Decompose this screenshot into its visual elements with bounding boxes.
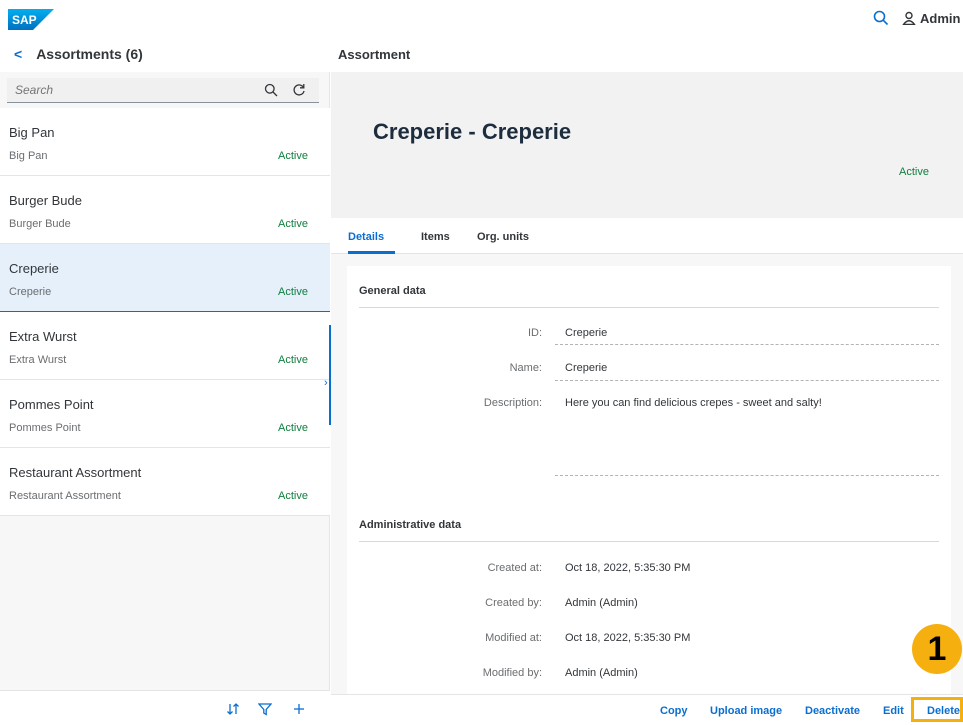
user-menu[interactable]: Admin [902,9,963,27]
description-label: Description: [483,397,542,409]
back-icon[interactable]: < [14,46,22,62]
delete-highlight-frame [911,697,963,722]
tab-org-units[interactable]: Org. units [477,231,529,243]
item-description: Pommes Point [9,422,81,434]
tab-details[interactable]: Details [348,231,384,243]
item-description: Burger Bude [9,218,71,230]
item-status: Active [278,422,308,434]
list-item-selected[interactable]: Creperie Creperie Active [0,244,330,312]
divider [359,541,939,542]
divider [555,475,939,476]
list-item[interactable]: Pommes Point Pommes Point Active [0,380,330,448]
section-title-general: General data [359,285,426,297]
item-status: Active [278,490,308,502]
tab-bar: Details Items Org. units [331,218,963,254]
list-item[interactable]: Extra Wurst Extra Wurst Active [0,312,330,380]
refresh-icon[interactable] [292,83,306,97]
name-label: Name: [509,362,542,374]
item-title: Pommes Point [9,397,94,412]
deactivate-button[interactable]: Deactivate [805,705,860,717]
modified-at-label: Modified at: [485,632,542,644]
object-header: Creperie - Creperie Active [331,72,963,218]
search-input[interactable] [15,83,255,97]
divider [359,307,939,308]
search-field[interactable] [7,78,319,103]
master-panel: < Assortments (6) Big Pan Big Pan Active… [0,36,330,725]
modified-at-value: Oct 18, 2022, 5:35:30 PM [565,632,691,644]
detail-content: General data ID: Creperie Name: Creperie… [331,254,963,694]
id-label: ID: [527,327,542,339]
list-item[interactable]: Restaurant Assortment Restaurant Assortm… [0,448,330,516]
item-description: Creperie [9,286,52,298]
item-status: Active [278,218,308,230]
master-title: Assortments (6) [36,46,143,62]
created-at-value: Oct 18, 2022, 5:35:30 PM [565,562,691,574]
assortment-list: Big Pan Big Pan Active Burger Bude Burge… [0,108,330,516]
sap-logo[interactable]: SAP [8,9,54,30]
svg-text:SAP: SAP [12,13,37,27]
item-title: Restaurant Assortment [9,465,142,480]
copy-button[interactable]: Copy [660,705,688,717]
sort-icon[interactable] [226,702,240,716]
divider [555,344,939,345]
detail-page-title: Assortment [331,36,963,72]
master-header: < Assortments (6) [0,36,330,72]
created-by-label: Created by: [485,597,542,609]
description-value: Here you can find delicious crepes - swe… [565,397,822,409]
item-description: Big Pan [9,150,48,162]
created-by-value: Admin (Admin) [565,597,638,609]
shell-bar: SAP Admin [0,0,963,36]
item-status: Active [278,150,308,162]
user-icon [902,11,916,25]
name-value: Creperie [565,362,608,374]
section-title-admin: Administrative data [359,519,462,531]
item-title: Burger Bude [9,193,82,208]
list-item[interactable]: Burger Bude Burger Bude Active [0,176,330,244]
master-footer-toolbar [0,690,330,725]
add-icon[interactable] [292,702,306,716]
chevron-right-icon[interactable]: › [324,377,328,389]
item-title: Extra Wurst [9,329,77,344]
status-badge: Active [899,166,929,178]
id-value: Creperie [565,327,608,339]
search-icon[interactable] [873,10,889,26]
object-title: Creperie - Creperie [373,119,572,144]
item-status: Active [278,286,308,298]
user-name: Admin [920,10,961,26]
list-item[interactable]: Big Pan Big Pan Active [0,108,330,176]
created-at-label: Created at: [487,562,542,574]
search-icon[interactable] [264,83,278,97]
tab-items[interactable]: Items [421,231,450,243]
item-title: Big Pan [9,125,55,140]
divider [555,380,939,381]
item-description: Extra Wurst [9,354,67,366]
item-description: Restaurant Assortment [9,490,121,502]
item-status: Active [278,354,308,366]
step-badge: 1 [912,624,962,674]
upload-image-button[interactable]: Upload image [710,705,782,717]
modified-by-value: Admin (Admin) [565,667,638,679]
page-title: Assortment [338,46,411,62]
modified-by-label: Modified by: [482,667,542,679]
edit-button[interactable]: Edit [883,705,904,717]
detail-footer-toolbar: Copy Upload image Deactivate Edit Delete [331,694,963,725]
filter-icon[interactable] [258,702,272,716]
details-card: General data ID: Creperie Name: Creperie… [347,266,951,694]
item-title: Creperie [9,261,59,276]
